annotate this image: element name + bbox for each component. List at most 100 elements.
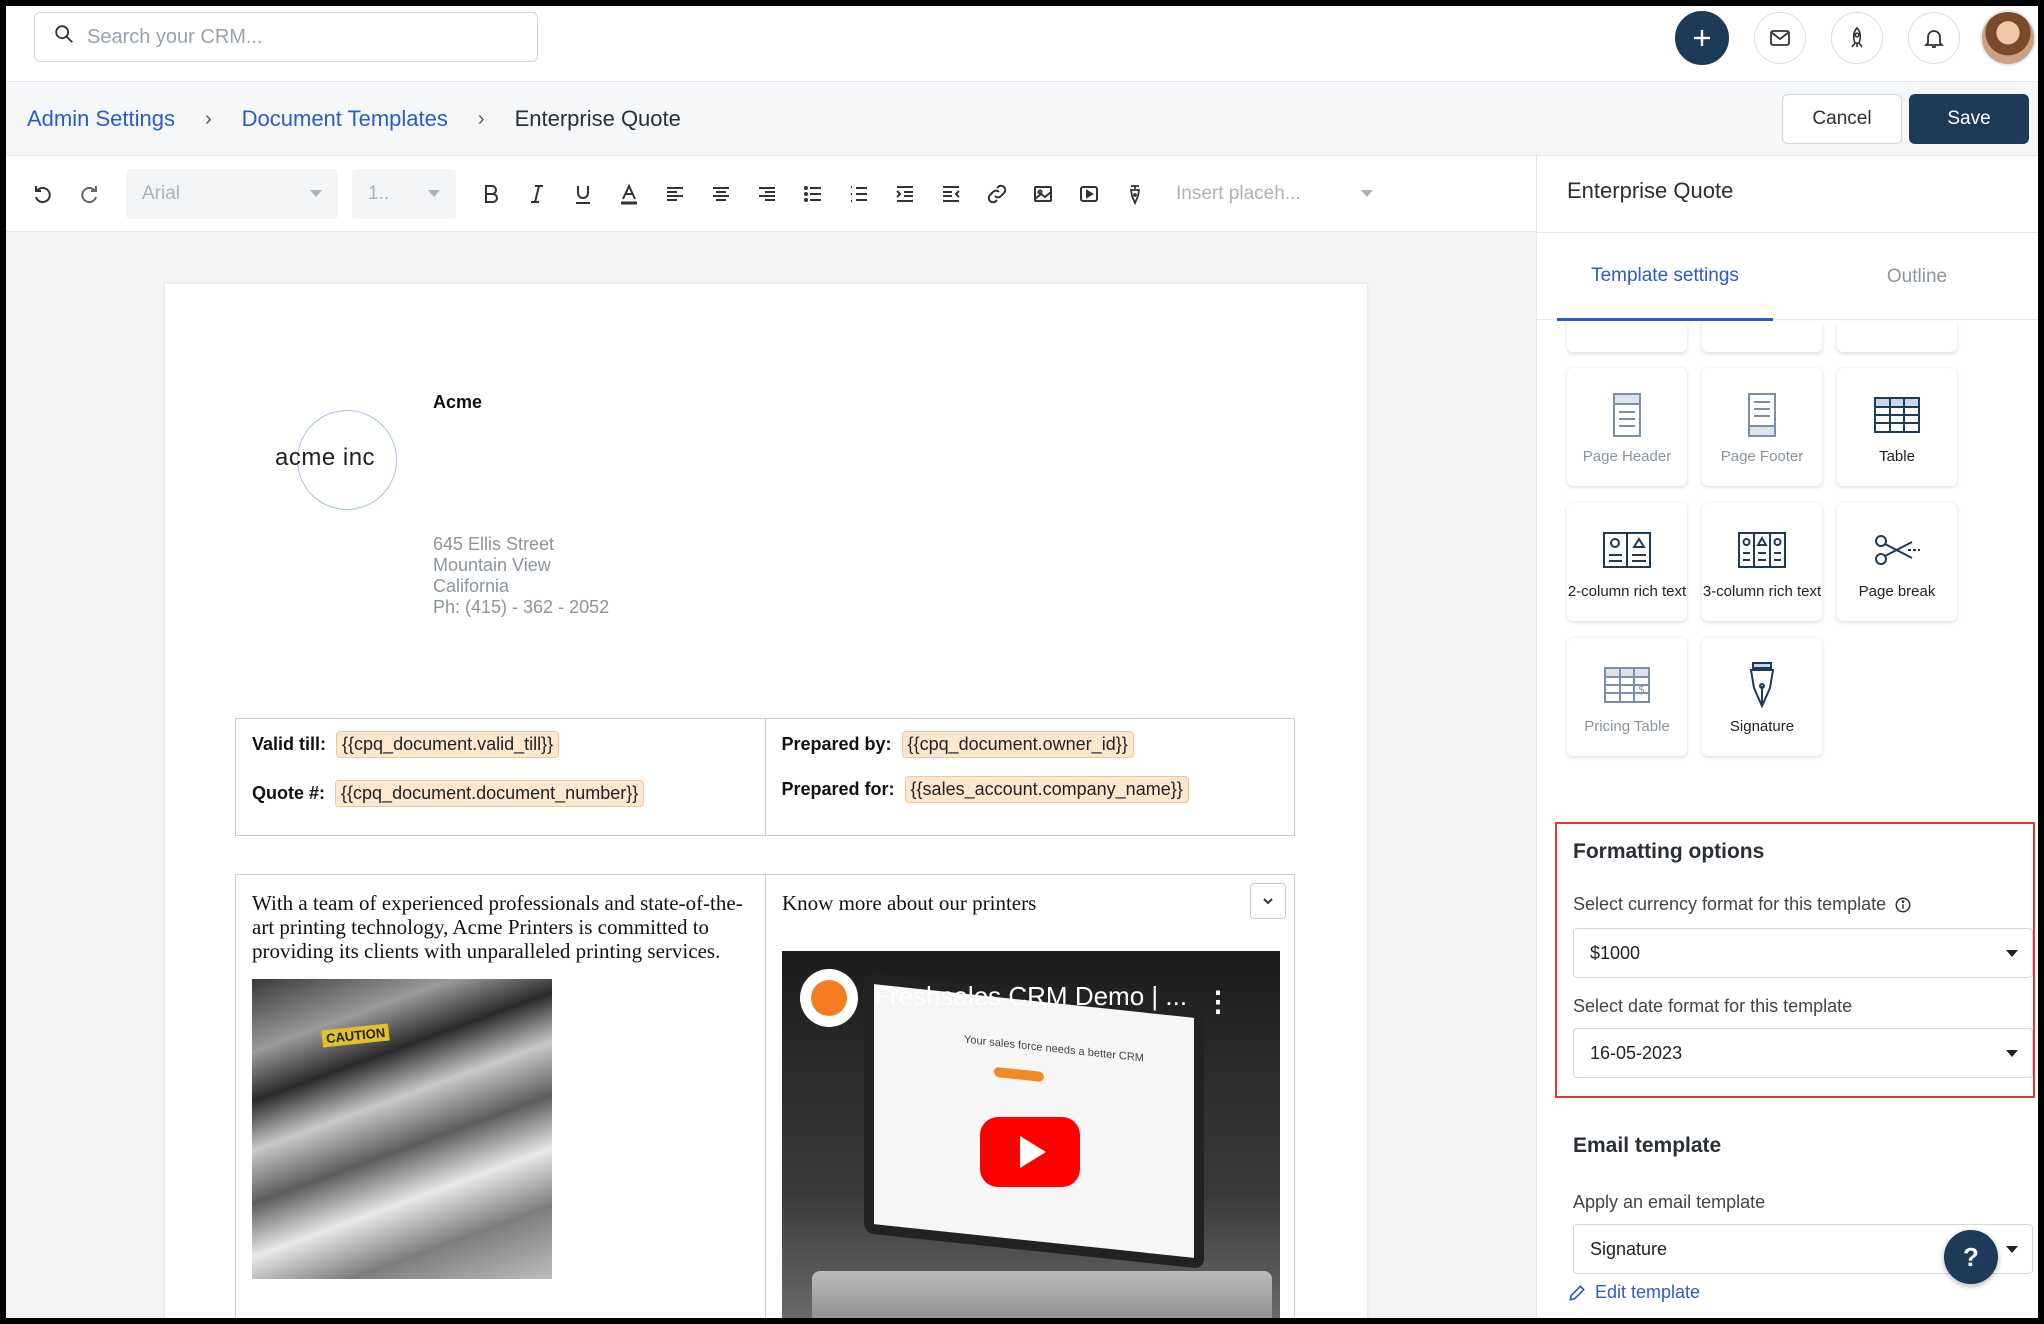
prepared-by-placeholder[interactable]: {{cpq_document.owner_id}} — [901, 731, 1134, 758]
search-input[interactable]: Search your CRM... — [34, 12, 538, 62]
prepared-by-label: Prepared by: — [781, 734, 892, 754]
link-button[interactable] — [974, 171, 1020, 217]
column-options-button[interactable] — [1250, 883, 1286, 919]
block-page-break[interactable]: Page break — [1837, 503, 1957, 621]
email-button[interactable] — [1754, 12, 1806, 64]
scissors-icon — [1875, 534, 1920, 565]
font-size-select[interactable]: 1.. — [352, 168, 456, 219]
date-format-value: 16-05-2023 — [1590, 1042, 1683, 1063]
edit-template-link[interactable]: Edit template — [1567, 1282, 1700, 1303]
page-header-icon — [1613, 392, 1641, 437]
redo-icon — [81, 185, 97, 203]
caret-down-icon — [428, 190, 440, 197]
notifications-button[interactable] — [1908, 12, 1960, 64]
save-button[interactable]: Save — [1909, 94, 2029, 144]
align-center-button[interactable] — [698, 171, 744, 217]
block-two-column[interactable]: 2-column rich text — [1567, 503, 1687, 621]
valid-till-row: Valid till: {{cpq_document.valid_till}} — [252, 731, 749, 758]
font-family-select[interactable]: Arial — [126, 168, 338, 219]
quote-number-placeholder[interactable]: {{cpq_document.document_number}} — [335, 780, 645, 807]
right-column[interactable]: Know more about our printers Your sales … — [766, 875, 1294, 1318]
panel-title: Enterprise Quote — [1567, 178, 1734, 203]
align-center-icon — [713, 186, 729, 201]
text-color-button[interactable] — [606, 171, 652, 217]
signature-button[interactable] — [1112, 171, 1158, 217]
underline-icon — [576, 185, 590, 204]
caret-down-icon — [310, 190, 322, 197]
intro-paragraph: With a team of experienced professionals… — [252, 891, 743, 963]
block-signature[interactable]: Signature — [1702, 638, 1822, 756]
tab-outline[interactable]: Outline — [1817, 233, 2017, 321]
printer-image[interactable]: CAUTION — [252, 979, 552, 1279]
launch-button[interactable] — [1831, 12, 1883, 64]
play-button[interactable] — [980, 1117, 1080, 1187]
block-label: Page Header — [1582, 447, 1672, 465]
redo-button[interactable] — [66, 171, 112, 217]
block-page-footer[interactable]: Page Footer — [1702, 368, 1822, 486]
bold-button[interactable] — [468, 171, 514, 217]
align-left-button[interactable] — [652, 171, 698, 217]
plus-icon — [1694, 30, 1710, 46]
block-label: Table — [1879, 447, 1915, 465]
block-page-header[interactable]: Page Header — [1567, 368, 1687, 486]
pen-nib-icon — [1129, 184, 1141, 205]
italic-button[interactable] — [514, 171, 560, 217]
help-button[interactable]: ? — [1944, 1230, 1998, 1284]
block-label: Page break — [1858, 582, 1936, 600]
video-icon — [1080, 185, 1098, 202]
user-avatar[interactable] — [1980, 10, 2036, 66]
align-left-icon — [667, 186, 683, 201]
add-button[interactable] — [1675, 11, 1729, 65]
more-vertical-icon[interactable]: ⋮ — [1204, 985, 1232, 1018]
quote-number-row: Quote #: {{cpq_document.document_number}… — [252, 780, 749, 807]
outdent-button[interactable] — [928, 171, 974, 217]
bullet-list-button[interactable] — [790, 171, 836, 217]
top-bar: Search your CRM... — [6, 6, 2038, 82]
quote-info-left: Valid till: {{cpq_document.valid_till}} … — [236, 719, 765, 835]
underline-button[interactable] — [560, 171, 606, 217]
app-window: Search your CRM... Admin Settings › Docu… — [6, 6, 2038, 1318]
currency-format-value: $1000 — [1590, 942, 1641, 963]
date-format-label: Select date format for this template — [1573, 996, 1853, 1016]
caret-down-icon — [2006, 1049, 2018, 1057]
email-template-value: Signature — [1590, 1238, 1668, 1259]
video-embed[interactable]: Your sales force needs a better CRM Fres… — [782, 951, 1280, 1318]
bullet-list-icon — [804, 185, 821, 202]
tab-template-settings[interactable]: Template settings — [1557, 233, 1773, 321]
currency-format-text: Select currency format for this template — [1573, 894, 1887, 914]
video-button[interactable] — [1066, 171, 1112, 217]
address-line: California — [433, 576, 510, 596]
cancel-button[interactable]: Cancel — [1782, 94, 1902, 144]
company-name[interactable]: Acme — [433, 392, 482, 413]
undo-button[interactable] — [20, 171, 66, 217]
insert-placeholder-select[interactable]: Insert placeh... — [1176, 183, 1373, 205]
company-address[interactable]: 645 Ellis Street Mountain View Californi… — [433, 534, 609, 618]
three-column-icon — [1738, 531, 1786, 568]
block-label: 3-column rich text — [1702, 582, 1822, 600]
block-table[interactable]: Table — [1837, 368, 1957, 486]
block-label: Signature — [1729, 717, 1795, 735]
breadcrumb-admin-settings[interactable]: Admin Settings — [27, 106, 175, 132]
text-color-icon — [621, 183, 637, 204]
insert-placeholder-label: Insert placeh... — [1176, 182, 1301, 204]
date-format-select[interactable]: 16-05-2023 — [1573, 1028, 2033, 1078]
prepared-for-placeholder[interactable]: {{sales_account.company_name}} — [904, 776, 1189, 803]
numbered-list-button[interactable] — [836, 171, 882, 217]
breadcrumb-current: Enterprise Quote — [514, 106, 681, 131]
breadcrumb-document-templates[interactable]: Document Templates — [242, 106, 448, 132]
undo-icon — [35, 185, 51, 203]
image-button[interactable] — [1020, 171, 1066, 217]
indent-button[interactable] — [882, 171, 928, 217]
currency-format-select[interactable]: $1000 — [1573, 928, 2033, 978]
valid-till-placeholder[interactable]: {{cpq_document.valid_till}} — [336, 731, 560, 758]
block-tile-partial[interactable] — [1837, 322, 1957, 352]
block-three-column[interactable]: 3-column rich text — [1702, 503, 1822, 621]
block-tile-partial[interactable] — [1702, 322, 1822, 352]
info-icon[interactable] — [1894, 896, 1912, 914]
block-pricing-table[interactable]: $ Pricing Table — [1567, 638, 1687, 756]
block-tile-partial[interactable] — [1567, 322, 1687, 352]
play-icon — [1020, 1136, 1046, 1168]
table-icon — [1874, 396, 1920, 433]
align-right-button[interactable] — [744, 171, 790, 217]
left-column[interactable]: With a team of experienced professionals… — [236, 875, 766, 1318]
